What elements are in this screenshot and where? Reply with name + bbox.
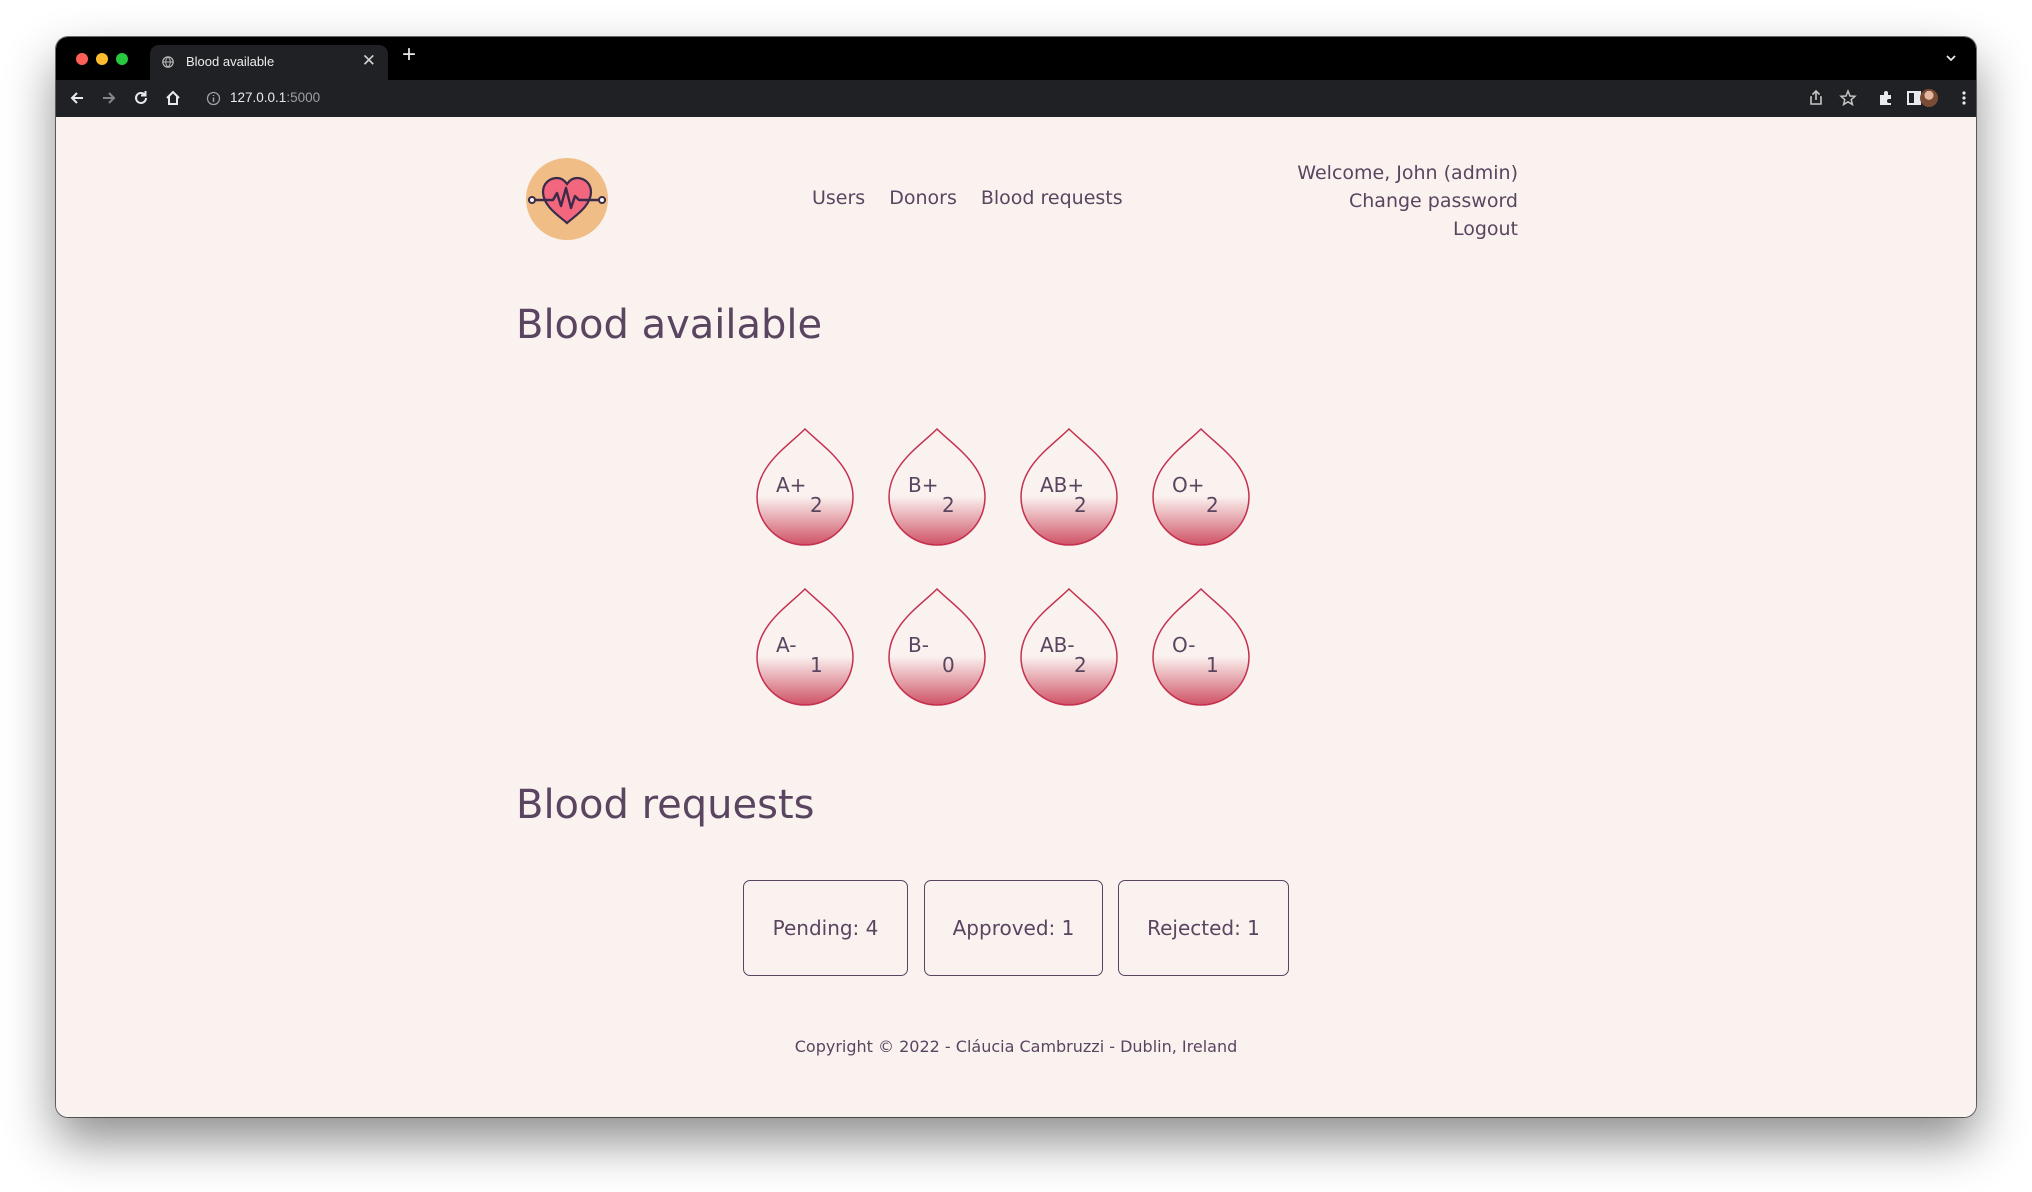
share-icon[interactable] [1806, 88, 1826, 108]
pending-requests-card[interactable]: Pending: 4 [743, 880, 908, 976]
change-password-link[interactable]: Change password [1297, 187, 1518, 215]
reload-icon[interactable] [131, 88, 151, 108]
blood-unit-count: 1 [1206, 653, 1219, 677]
welcome-message: Welcome, John (admin) [1297, 162, 1518, 184]
blood-drop-o-neg: O- 1 [1150, 587, 1252, 709]
user-menu: Welcome, John (admin) Change password Lo… [1297, 159, 1518, 243]
heart-pulse-logo-icon[interactable] [526, 158, 608, 240]
nav-link-users[interactable]: Users [812, 187, 865, 209]
blood-drop-ab-neg: AB- 2 [1018, 587, 1120, 709]
blood-unit-count: 2 [1074, 653, 1087, 677]
url-port: :5000 [286, 90, 321, 105]
forward-arrow-icon[interactable] [99, 88, 119, 108]
info-icon[interactable] [206, 91, 221, 106]
blood-drop-icon [1152, 587, 1250, 706]
browser-toolbar: 127.0.0.1:5000 [56, 80, 1976, 117]
blood-type-label: O- [1172, 633, 1196, 657]
back-arrow-icon[interactable] [67, 88, 87, 108]
blood-unit-count: 2 [942, 493, 955, 517]
rejected-requests-card[interactable]: Rejected: 1 [1118, 880, 1289, 976]
blood-unit-count: 0 [942, 653, 955, 677]
chevron-down-icon[interactable] [1944, 51, 1958, 65]
blood-unit-count: 2 [810, 493, 823, 517]
maximize-window-button[interactable] [116, 53, 128, 65]
profile-avatar[interactable] [1920, 89, 1938, 107]
kebab-menu-icon[interactable] [1954, 88, 1974, 108]
blood-drop-b-pos: B+ 2 [886, 427, 988, 549]
blood-type-label: B+ [908, 473, 939, 497]
tab-strip: Blood available ✕ + [56, 37, 1976, 80]
blood-unit-count: 2 [1074, 493, 1087, 517]
url-text: 127.0.0.1:5000 [230, 90, 320, 105]
blood-available-title: Blood available [516, 302, 823, 348]
blood-drop-b-neg: B- 0 [886, 587, 988, 709]
logout-link[interactable]: Logout [1297, 215, 1518, 243]
nav-link-donors[interactable]: Donors [889, 187, 957, 209]
tab-title: Blood available [186, 54, 275, 69]
address-bar[interactable]: 127.0.0.1:5000 [196, 85, 1920, 112]
blood-type-label: O+ [1172, 473, 1205, 497]
blood-drop-a-neg: A- 1 [754, 587, 856, 709]
minimize-window-button[interactable] [96, 53, 108, 65]
blood-drop-o-pos: O+ 2 [1150, 427, 1252, 549]
window-controls [76, 53, 128, 65]
blood-type-label: A- [776, 633, 797, 657]
url-host: 127.0.0.1 [230, 90, 287, 105]
nav-link-blood-requests[interactable]: Blood requests [981, 187, 1123, 209]
footer-copyright: Copyright © 2022 - Cláucia Cambruzzi - D… [794, 1037, 1238, 1056]
approved-requests-card[interactable]: Approved: 1 [924, 880, 1103, 976]
blood-requests-title: Blood requests [516, 782, 815, 828]
blood-type-label: A+ [776, 473, 807, 497]
close-tab-icon[interactable]: ✕ [362, 51, 376, 71]
new-tab-button[interactable]: + [402, 43, 416, 67]
browser-tab[interactable]: Blood available ✕ [150, 45, 388, 80]
blood-type-label: AB- [1040, 633, 1075, 657]
blood-unit-count: 2 [1206, 493, 1219, 517]
blood-drop-icon [888, 587, 986, 706]
browser-window: Blood available ✕ + 127.0.0.1:5000 Users… [56, 37, 1976, 1117]
close-window-button[interactable] [76, 53, 88, 65]
extensions-puzzle-icon[interactable] [1876, 88, 1896, 108]
page-content: Users Donors Blood requests Welcome, Joh… [56, 117, 1976, 1117]
blood-unit-count: 1 [810, 653, 823, 677]
globe-icon [162, 56, 174, 68]
blood-drop-ab-pos: AB+ 2 [1018, 427, 1120, 549]
bookmark-star-icon[interactable] [1838, 88, 1858, 108]
home-icon[interactable] [163, 88, 183, 108]
blood-type-label: B- [908, 633, 929, 657]
blood-drop-a-pos: A+ 2 [754, 427, 856, 549]
blood-drop-icon [756, 587, 854, 706]
main-navigation: Users Donors Blood requests [812, 187, 1123, 209]
